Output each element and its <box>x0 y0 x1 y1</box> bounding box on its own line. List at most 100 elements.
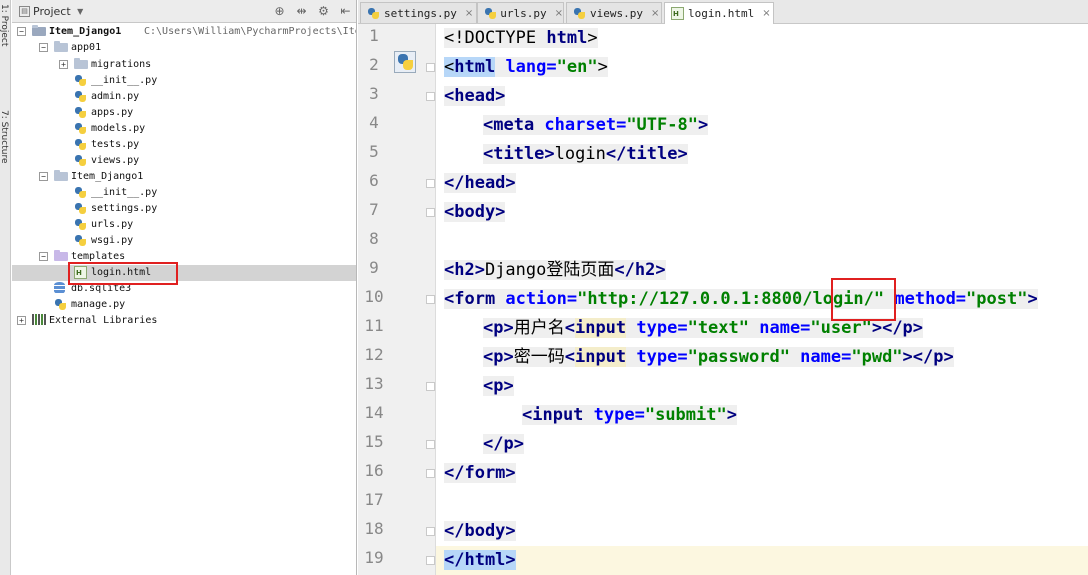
line-number: 6 <box>369 171 379 190</box>
tree-item[interactable]: wsgi.py <box>12 233 356 249</box>
tab-settings-py[interactable]: settings.py × <box>360 2 477 23</box>
tab-views-py[interactable]: views.py × <box>566 2 662 23</box>
tree-item[interactable]: manage.py <box>12 297 356 313</box>
line-number: 5 <box>369 142 379 161</box>
code-token: type= <box>626 347 688 367</box>
tree-item[interactable]: − templates <box>12 249 356 265</box>
code-token: < <box>564 347 575 367</box>
project-tool-tab[interactable]: 1: Project <box>0 4 9 46</box>
code-token: < <box>564 318 575 338</box>
code-token: 密一码 <box>513 347 565 367</box>
tree-item[interactable]: − app01 <box>12 40 356 56</box>
code-editor[interactable]: <!DOCTYPE html> <html lang="en"> <head> <me… <box>436 24 1088 575</box>
code-token: 用户名 <box>513 318 565 338</box>
libraries-icon <box>32 314 46 325</box>
structure-tool-tab[interactable]: 7: Structure <box>0 110 9 164</box>
tree-item[interactable]: db.sqlite3 <box>12 281 356 297</box>
tree-item[interactable]: views.py <box>12 153 356 169</box>
python-file-icon <box>573 7 586 20</box>
python-file-icon <box>367 7 380 20</box>
folder-icon <box>74 58 88 69</box>
code-token: name= <box>749 318 811 338</box>
code-token: type= <box>626 318 688 338</box>
fold-marker-icon[interactable] <box>426 382 435 391</box>
line-number: 3 <box>369 84 379 103</box>
tree-item[interactable]: settings.py <box>12 201 356 217</box>
code-line: <input type="submit"> <box>436 401 1088 430</box>
fold-marker-icon[interactable] <box>426 63 435 72</box>
close-tab-icon[interactable]: × <box>762 8 770 19</box>
fold-marker-icon[interactable] <box>426 179 435 188</box>
python-console-icon[interactable] <box>394 51 416 73</box>
scroll-from-source-icon[interactable]: ⊕ <box>273 4 286 18</box>
tree-item[interactable]: admin.py <box>12 89 356 105</box>
project-panel-header: ▤ Project ▼ ⊕ ⇹ ⚙ ⇤ <box>12 0 356 23</box>
code-token: </form> <box>444 463 516 483</box>
gear-icon[interactable]: ⚙ <box>317 4 330 18</box>
python-icon-yellow-part <box>79 207 86 214</box>
fold-marker-icon[interactable] <box>426 92 435 101</box>
tree-item[interactable]: + migrations <box>12 57 356 73</box>
tab-urls-py[interactable]: urls.py × <box>477 2 564 23</box>
highlight-box-login-file <box>68 262 178 285</box>
tab-login-html[interactable]: Hlogin.html × <box>664 2 774 24</box>
python-icon-yellow-part <box>79 127 86 134</box>
tree-item[interactable]: − Item_Django1 C:\Users\William\PycharmPro… <box>12 24 356 40</box>
fold-marker-icon[interactable] <box>426 440 435 449</box>
line-number: 19 <box>364 548 384 567</box>
tree-item[interactable]: models.py <box>12 121 356 137</box>
close-tab-icon[interactable]: × <box>465 8 473 19</box>
line-number: 15 <box>364 432 384 451</box>
tree-item-label: Item_Django1 <box>71 171 144 182</box>
code-line: </form> <box>436 459 1088 488</box>
code-token: <form <box>444 289 496 309</box>
tree-item[interactable]: − Item_Django1 <box>12 169 356 185</box>
hide-panel-icon[interactable]: ⇤ <box>339 4 352 18</box>
module-folder-icon <box>32 25 46 36</box>
code-token: <h2> <box>444 260 485 280</box>
tree-item[interactable]: + External Libraries <box>12 313 356 329</box>
project-view-selector[interactable]: ▤ Project ▼ <box>12 5 87 18</box>
code-token: > <box>597 57 608 77</box>
tree-item[interactable]: tests.py <box>12 137 356 153</box>
code-token: "UTF-8" <box>626 115 698 135</box>
code-token: </p> <box>483 434 524 454</box>
tree-item[interactable]: apps.py <box>12 105 356 121</box>
tab-label: urls.py <box>500 6 547 20</box>
code-token: <p> <box>483 347 514 367</box>
fold-marker-icon[interactable] <box>426 208 435 217</box>
code-token: ></p> <box>871 318 924 338</box>
close-tab-icon[interactable]: × <box>651 8 659 19</box>
expand-toggle-icon[interactable]: + <box>17 316 26 325</box>
left-tool-strip: 1: Project 7: Structure <box>0 0 11 575</box>
code-line: <p> <box>436 372 1088 401</box>
project-icon: ▤ <box>19 5 30 17</box>
collapse-all-icon[interactable]: ⇹ <box>295 4 308 18</box>
code-token: > <box>697 115 709 135</box>
close-tab-icon[interactable]: × <box>555 8 563 19</box>
collapse-toggle-icon[interactable]: − <box>39 43 48 52</box>
fold-marker-icon[interactable] <box>426 469 435 478</box>
python-icon-yellow-part <box>79 95 86 102</box>
tree-item[interactable]: urls.py <box>12 217 356 233</box>
tree-item-label: app01 <box>71 42 102 53</box>
tree-item-label: Item_Django1 <box>49 26 122 37</box>
expand-toggle-icon[interactable]: + <box>59 60 68 69</box>
line-number: 11 <box>364 316 384 335</box>
fold-marker-icon[interactable] <box>426 527 435 536</box>
collapse-toggle-icon[interactable]: − <box>39 172 48 181</box>
fold-marker-icon[interactable] <box>426 295 435 304</box>
tree-item[interactable]: Hlogin.html <box>12 265 356 281</box>
collapse-toggle-icon[interactable]: − <box>39 252 48 261</box>
code-line: <meta charset="UTF-8"> <box>436 111 1088 140</box>
fold-marker-icon[interactable] <box>426 556 435 565</box>
code-line: <head> <box>436 82 1088 111</box>
code-token: login <box>554 144 606 164</box>
tree-item[interactable]: __init__.py <box>12 73 356 89</box>
python-file-icon <box>74 106 87 119</box>
collapse-toggle-icon[interactable]: − <box>17 27 26 36</box>
code-token: lang= <box>495 57 557 77</box>
editor-area: settings.py × urls.py × views.py × Hlogin.html… <box>358 0 1088 575</box>
code-line: </head> <box>436 169 1088 198</box>
tree-item[interactable]: __init__.py <box>12 185 356 201</box>
